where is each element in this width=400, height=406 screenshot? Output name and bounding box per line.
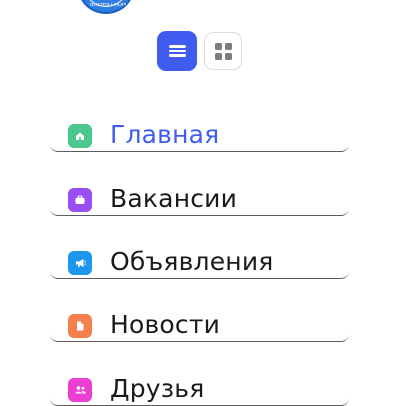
divider [50,207,349,216]
divider [50,333,349,342]
grid-icon [214,42,222,50]
grid-view-button[interactable] [204,32,242,70]
nav-item-home[interactable]: Главная [50,112,349,152]
nav-item-announcements[interactable]: Объявления [50,239,349,279]
logo-text: ВОЕННО-МОРСКОЕ УЧЕБНОЕ [90,3,126,8]
logo: ВОЕННО-МОРСКОЕ УЧЕБНОЕ [78,0,134,14]
nav-item-news[interactable]: Новости [50,302,349,342]
nav-item-friends[interactable]: Друзья [50,366,349,406]
divider [50,270,349,279]
list-view-button[interactable] [157,31,197,71]
nav-item-vacancies[interactable]: Вакансии [50,176,349,216]
divider [50,143,349,152]
divider [50,397,349,406]
list-icon [168,43,186,59]
